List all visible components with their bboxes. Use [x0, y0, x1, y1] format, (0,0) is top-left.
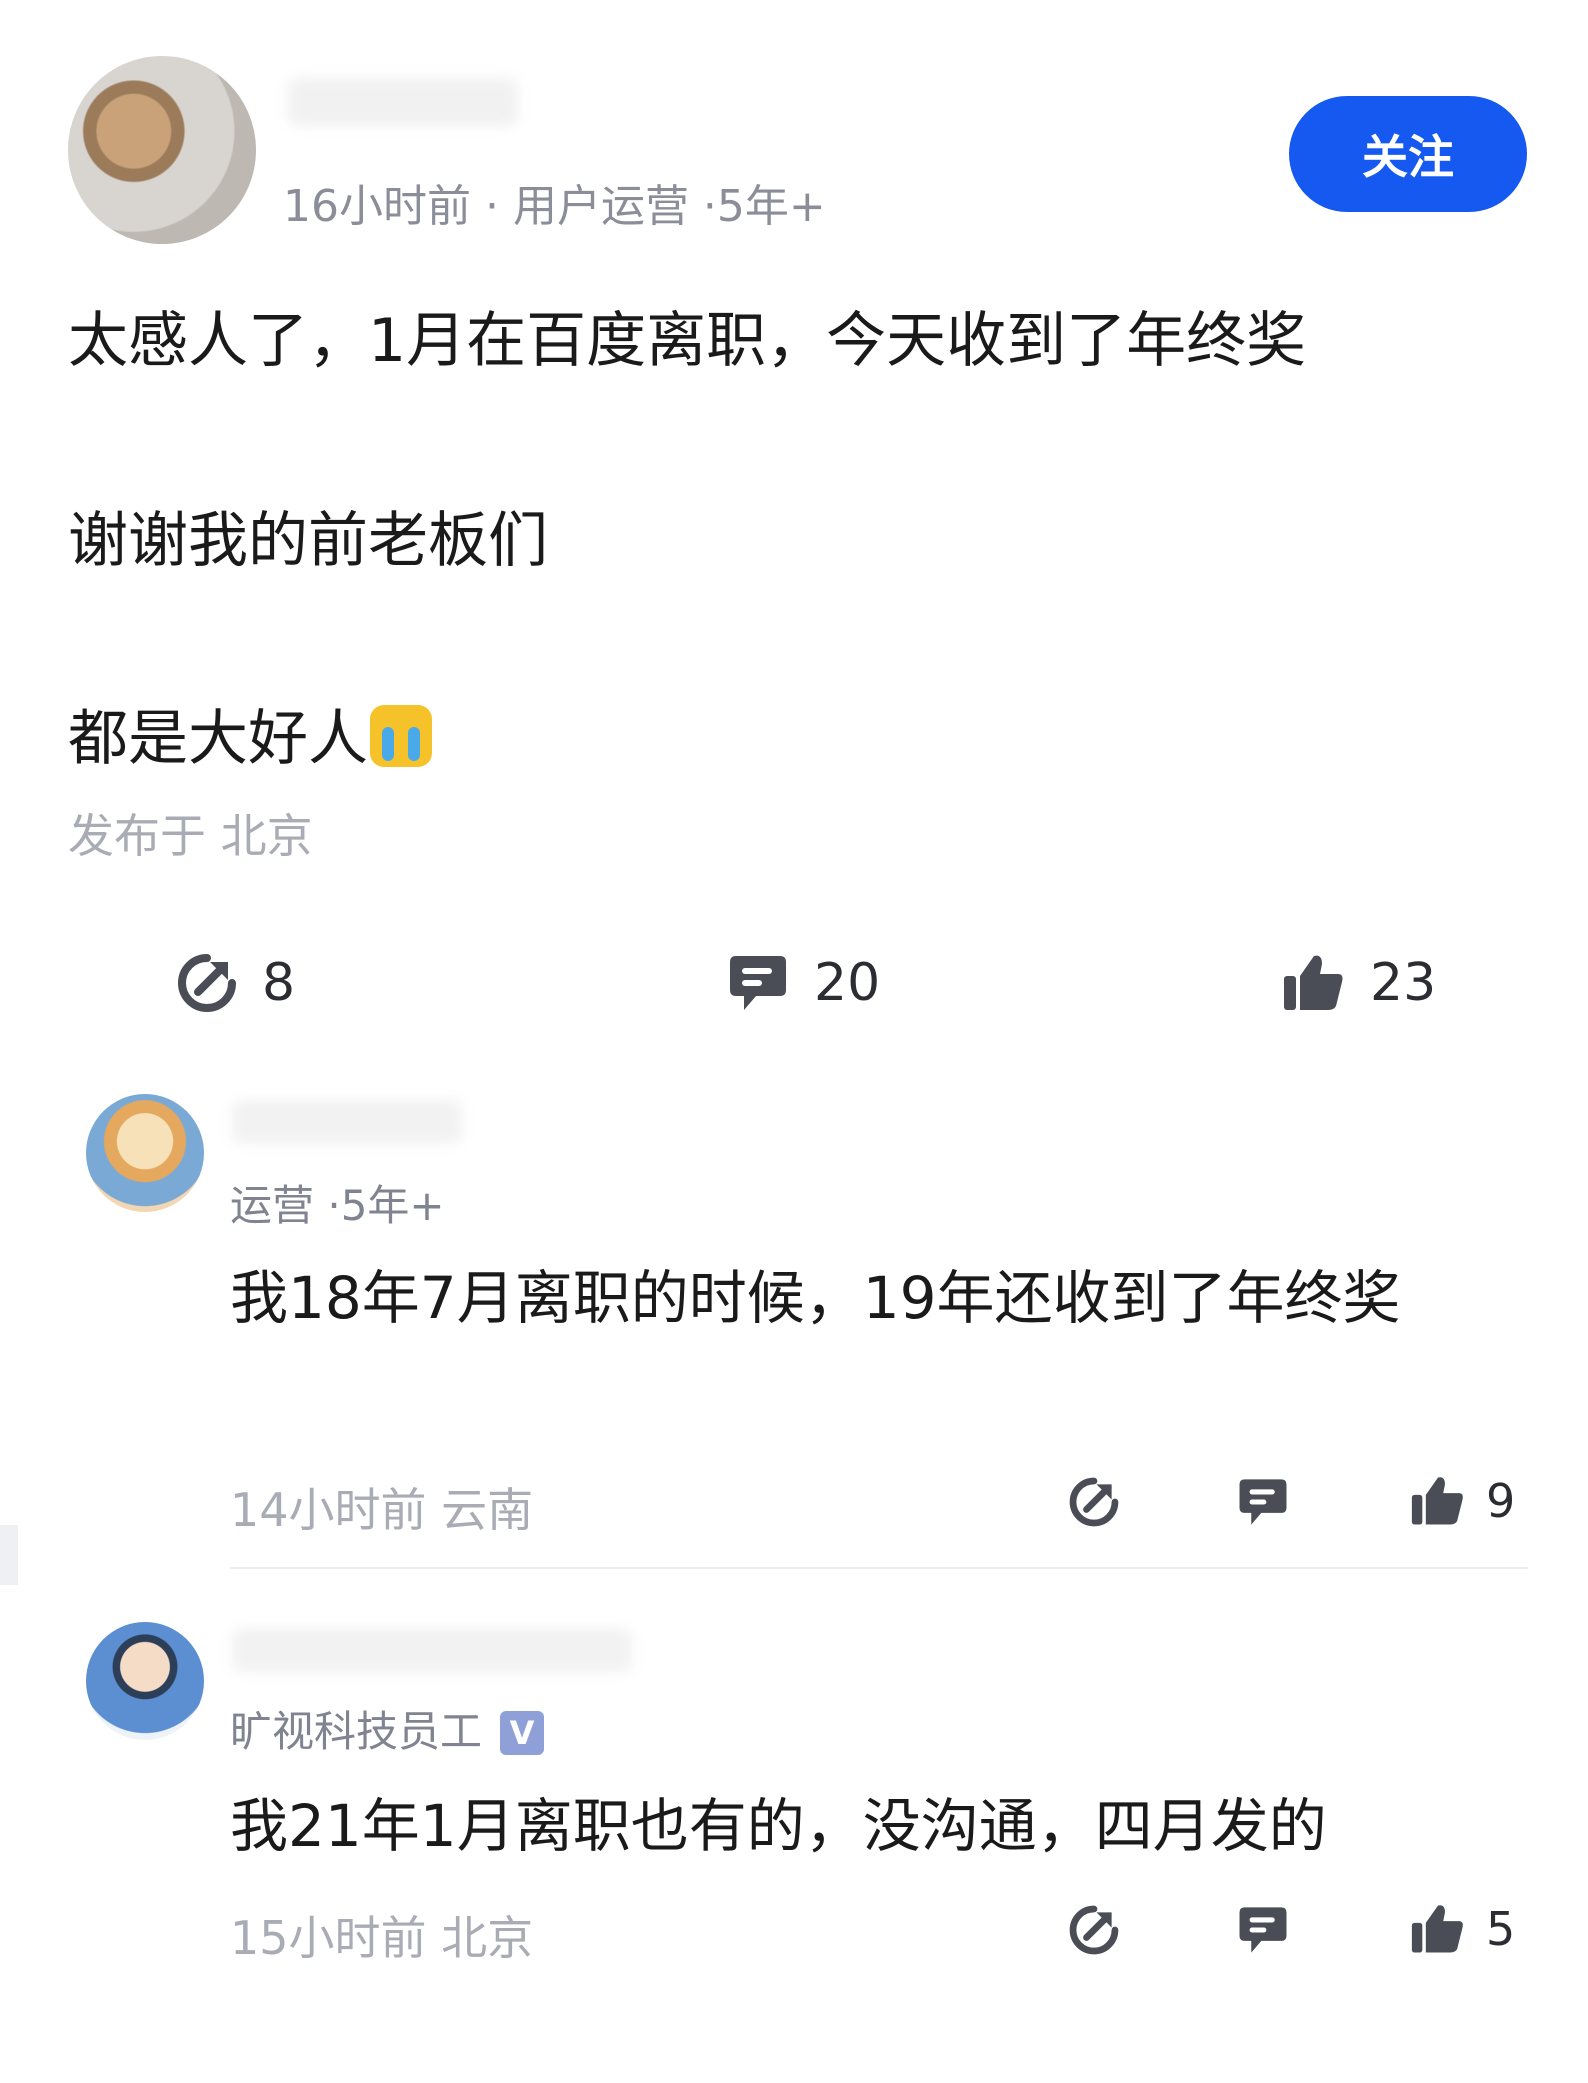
post-text-line-3: 都是大好人	[68, 690, 432, 777]
comment-text: 我21年1月离职也有的，没沟通，四月发的	[230, 1792, 1327, 1860]
like-button[interactable]: 23	[1282, 952, 1436, 1014]
comment-icon	[1239, 1479, 1287, 1525]
post-meta: 16小时前 · 用户运营 ·5年+	[283, 181, 826, 232]
crying-face-emoji-icon	[370, 705, 432, 767]
commenter-avatar[interactable]	[86, 1622, 204, 1740]
author-name-blurred[interactable]	[288, 78, 518, 126]
thumbs-up-icon	[1411, 1477, 1463, 1525]
commenter-name-blurred[interactable]	[232, 1628, 632, 1672]
commenter-avatar[interactable]	[86, 1094, 204, 1212]
thumbs-up-icon	[1284, 955, 1343, 1010]
post-text-line-2: 谢谢我的前老板们	[68, 506, 548, 576]
comment-divider	[230, 1567, 1528, 1569]
post-location: 发布于 北京	[68, 809, 313, 863]
comment-share-button[interactable]	[1068, 1476, 1120, 1528]
comment-time-location: 15小时前 北京	[230, 1911, 534, 1965]
comment-count: 20	[814, 953, 881, 1013]
share-count: 8	[262, 953, 296, 1013]
comment-icon	[730, 956, 786, 1010]
comment-like-button[interactable]: 5	[1410, 1902, 1515, 1956]
comment-reply-button[interactable]	[1236, 1476, 1290, 1528]
follow-button[interactable]: 关注	[1289, 96, 1527, 212]
comment-share-button[interactable]	[1068, 1904, 1120, 1956]
share-icon	[1069, 1477, 1119, 1527]
commenter-meta: 运营 ·5年+	[230, 1181, 445, 1230]
comment-like-button[interactable]: 9	[1410, 1474, 1515, 1528]
comment-time-location: 14小时前 云南	[230, 1483, 534, 1537]
post-text-line-1: 太感人了，1月在百度离职，今天收到了年终奖	[68, 306, 1307, 376]
commenter-meta: 旷视科技员工 V	[230, 1698, 545, 1759]
share-icon	[178, 954, 236, 1012]
comment-like-count: 9	[1486, 1474, 1516, 1528]
share-button[interactable]: 8	[176, 952, 295, 1014]
comment-icon	[1239, 1907, 1287, 1953]
share-icon	[1069, 1905, 1119, 1955]
scroll-edge-marker	[0, 1525, 18, 1585]
like-count: 23	[1370, 953, 1437, 1013]
comment-button[interactable]: 20	[726, 952, 880, 1014]
thumbs-up-icon	[1411, 1905, 1463, 1953]
author-avatar[interactable]	[68, 56, 256, 244]
comment-like-count: 5	[1486, 1902, 1516, 1956]
verified-badge-icon: V	[500, 1711, 545, 1755]
commenter-name-blurred[interactable]	[232, 1100, 462, 1144]
comment-reply-button[interactable]	[1236, 1904, 1290, 1956]
comment-text: 我18年7月离职的时候，19年还收到了年终奖	[230, 1264, 1401, 1332]
